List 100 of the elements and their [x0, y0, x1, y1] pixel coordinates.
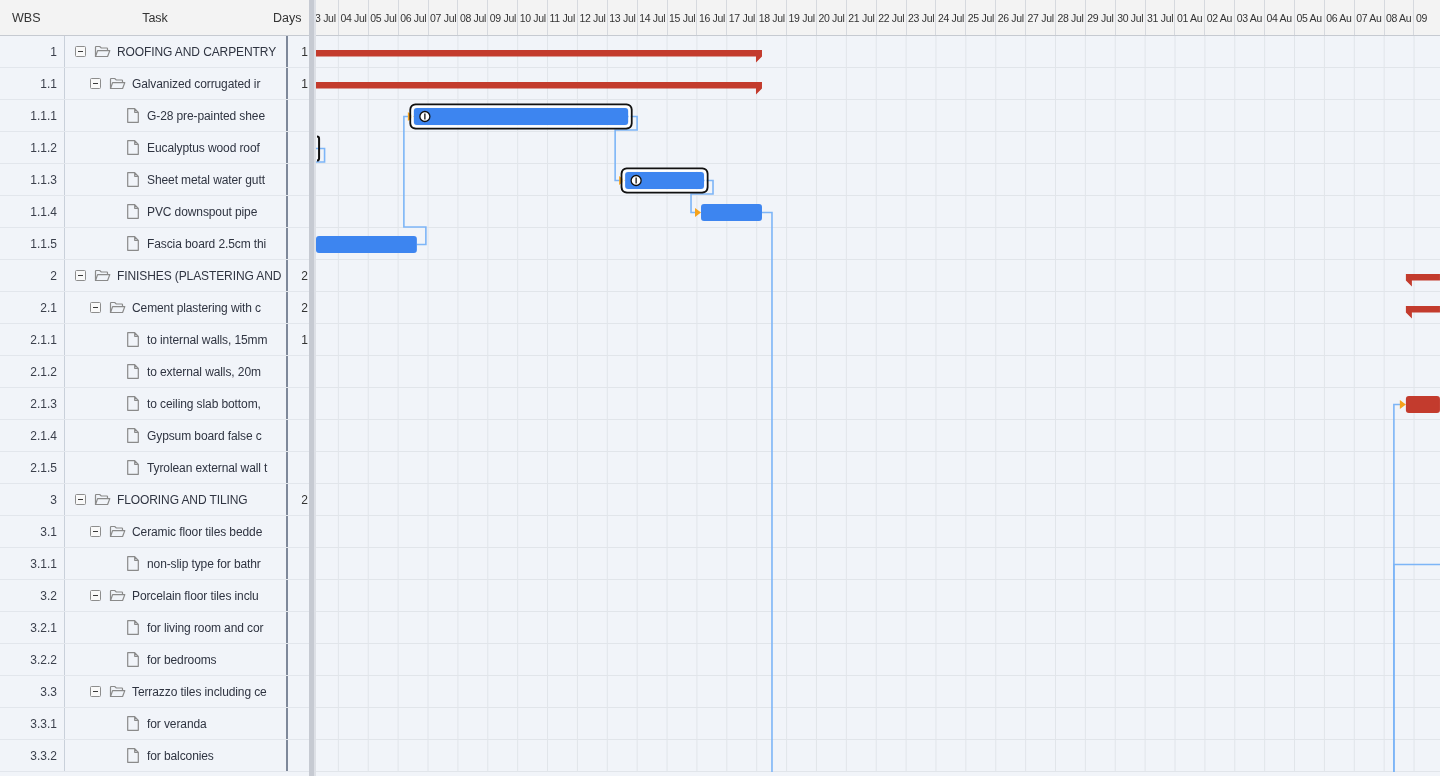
summary-bar[interactable]: [1405, 306, 1440, 319]
date-label: 08 Au: [1386, 11, 1412, 24]
task-name: to ceiling slab bottom,: [147, 396, 261, 411]
task-name: Cement plastering with c: [132, 300, 261, 315]
column-header: Task: [142, 10, 168, 25]
wbs-number: 3.3.2: [30, 748, 57, 763]
wbs-number: 1.1.4: [30, 204, 57, 219]
task-name: to external walls, 20m: [147, 364, 261, 379]
folder-icon: [94, 45, 111, 58]
task-name: Tyrolean external wall t: [147, 460, 268, 475]
file-icon: [127, 396, 139, 411]
wbs-number: 1.1: [40, 76, 57, 91]
date-label: 09: [1415, 11, 1427, 24]
date-label: 26 Jul: [997, 11, 1024, 24]
wbs-number: 2.1.5: [30, 460, 57, 475]
wbs-number: 1.1.2: [30, 140, 57, 155]
folder-icon: [94, 493, 111, 506]
wbs-number: 1: [50, 44, 57, 59]
date-label: 19 Jul: [788, 11, 815, 24]
collapse-icon[interactable]: [90, 526, 101, 537]
wbs-number: 2.1.4: [30, 428, 57, 443]
wbs-number: 3.1.1: [30, 556, 57, 571]
collapse-icon[interactable]: [90, 590, 101, 601]
summary-bar[interactable]: [1405, 274, 1440, 287]
wbs-number: 1.1.1: [30, 108, 57, 123]
file-icon: [127, 204, 139, 219]
duration-value: 1: [301, 332, 308, 347]
file-icon: [127, 172, 139, 187]
task-bar[interactable]: [316, 135, 321, 162]
duration-value: 1: [301, 44, 308, 59]
date-label: 08 Jul: [459, 11, 487, 24]
collapse-icon[interactable]: [75, 46, 86, 57]
task-name: for balconies: [147, 748, 214, 763]
circle-mark-icon: [419, 110, 431, 123]
wbs-number: 3.2.2: [30, 652, 57, 667]
summary-bar[interactable]: [316, 50, 762, 63]
folder-icon: [109, 77, 126, 90]
date-label: 3 Jul: [315, 11, 336, 24]
date-label: 02 Au: [1206, 11, 1233, 24]
date-label: 16 Jul: [698, 11, 726, 24]
date-label: 22 Jul: [878, 11, 905, 24]
task-name: G-28 pre-painted shee: [147, 108, 265, 123]
task-name: to internal walls, 15mm: [147, 332, 268, 347]
folder-icon: [109, 589, 126, 602]
file-icon: [127, 652, 139, 667]
task-name: non-slip type for bathr: [147, 556, 261, 571]
file-icon: [127, 332, 139, 347]
task-bar[interactable]: [620, 167, 709, 194]
wbs-number: 3.2: [40, 588, 57, 603]
collapse-icon[interactable]: [75, 270, 86, 281]
task-name: Terrazzo tiles including ce: [132, 684, 267, 699]
task-name: for veranda: [147, 716, 207, 731]
collapse-icon[interactable]: [75, 494, 86, 505]
collapse-icon[interactable]: [90, 78, 101, 89]
file-icon: [127, 460, 139, 475]
date-label: 05 Au: [1296, 11, 1322, 24]
summary-bar[interactable]: [316, 82, 762, 95]
wbs-number: 2.1.2: [30, 364, 57, 379]
duration-value: 2: [301, 268, 308, 283]
file-icon: [127, 428, 139, 443]
date-label: 18 Jul: [758, 11, 785, 24]
date-label: 01 Au: [1176, 11, 1203, 24]
column-header: WBS: [12, 10, 41, 25]
task-name: Galvanized corrugated ir: [132, 76, 261, 91]
folder-icon: [94, 269, 111, 282]
date-label: 28 Jul: [1057, 11, 1084, 24]
date-label: 10 Jul: [519, 11, 546, 24]
circle-mark-icon: [630, 174, 642, 187]
task-name: FINISHES (PLASTERING AND: [117, 268, 282, 283]
task-name: Eucalyptus wood roof: [147, 140, 260, 155]
dependency-arrow: [614, 115, 638, 185]
file-icon: [127, 556, 139, 571]
file-icon: [127, 364, 139, 379]
task-name: for living room and cor: [147, 620, 264, 635]
file-icon: [127, 620, 139, 635]
task-name: Porcelain floor tiles inclu: [132, 588, 259, 603]
date-label: 04 Jul: [340, 11, 367, 24]
collapse-icon[interactable]: [90, 302, 101, 313]
date-label: 17 Jul: [728, 11, 755, 24]
wbs-number: 2: [50, 268, 57, 283]
dependency-line: [315, 147, 326, 163]
date-label: 15 Jul: [669, 11, 696, 24]
file-icon: [127, 236, 139, 251]
date-label: 29 Jul: [1087, 11, 1114, 24]
wbs-number: 3.2.1: [30, 620, 57, 635]
wbs-number: 2.1.3: [30, 396, 57, 411]
date-label: 12 Jul: [579, 11, 606, 24]
date-label: 14 Jul: [639, 11, 666, 24]
dependency-arrow: [690, 179, 714, 217]
folder-icon: [109, 525, 126, 538]
wbs-number: 2.1: [40, 300, 57, 315]
wbs-number: 2.1.1: [30, 332, 57, 347]
file-icon: [127, 140, 139, 155]
task-name: Fascia board 2.5cm thi: [147, 236, 267, 251]
file-icon: [127, 716, 139, 731]
date-label: 20 Jul: [818, 11, 845, 24]
collapse-icon[interactable]: [90, 686, 101, 697]
task-bar[interactable]: [409, 103, 633, 130]
date-label: 04 Au: [1266, 11, 1292, 24]
task-name: PVC downspout pipe: [147, 204, 258, 219]
